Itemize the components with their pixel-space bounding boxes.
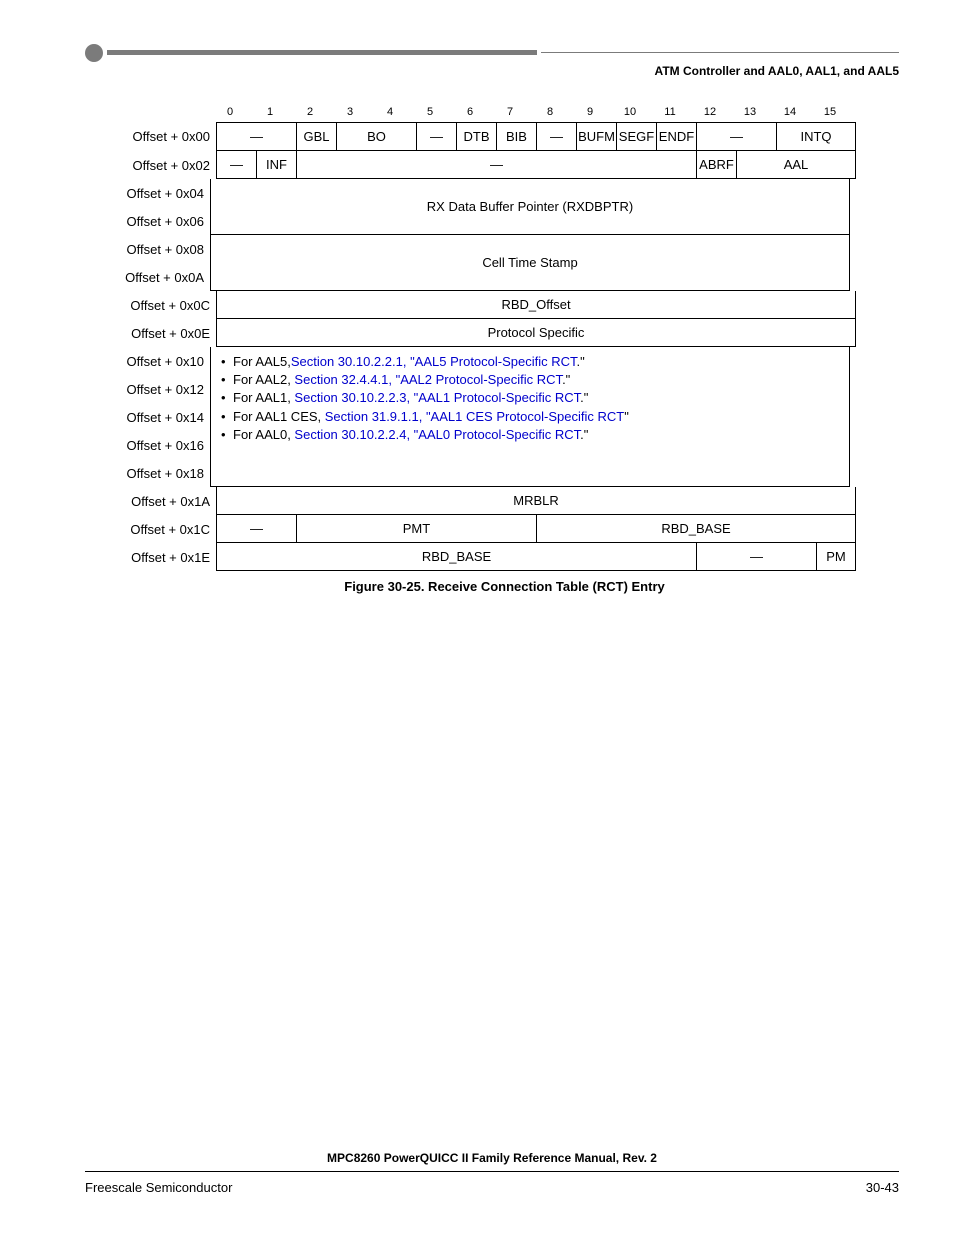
footer-manual-title: MPC8260 PowerQUICC II Family Reference M… (85, 1151, 899, 1165)
offset-label: Offset + 0x12 (110, 375, 210, 403)
offset-label: Offset + 0x0A (110, 263, 210, 291)
field-cell: RBD_BASE (536, 515, 856, 543)
offset-label: Offset + 0x0E (110, 319, 216, 347)
offset-label: Offset + 0x10 (110, 347, 210, 375)
offset-label: Offset + 0x04 (110, 179, 210, 207)
offset-label: Offset + 0x08 (110, 235, 210, 263)
field-cell: — (536, 123, 576, 151)
bit-column-label: 0 (210, 106, 250, 122)
bit-column-label: 3 (330, 106, 370, 122)
field-mrblr: MRBLR (216, 487, 856, 515)
rct-diagram: 0123456789101112131415 Offset + 0x00 —GB… (110, 106, 899, 594)
field-cell: BO (336, 123, 416, 151)
field-cell: GBL (296, 123, 336, 151)
footer-company: Freescale Semiconductor (85, 1180, 232, 1195)
offset-label: Offset + 0x06 (110, 207, 210, 235)
offset-label: Offset + 0x18 (110, 459, 210, 487)
bit-column-label: 4 (370, 106, 410, 122)
offset-label: Offset + 0x1C (110, 515, 216, 543)
protocol-spec-item: For AAL1 CES, Section 31.9.1.1, "AAL1 CE… (219, 408, 841, 426)
field-cell: — (216, 515, 296, 543)
cross-reference-link[interactable]: Section 30.10.2.2.1, "AAL5 Protocol-Spec… (291, 354, 577, 369)
protocol-spec-item: For AAL5,Section 30.10.2.2.1, "AAL5 Prot… (219, 353, 841, 371)
cross-reference-link[interactable]: Section 30.10.2.2.3, "AAL1 Protocol-Spec… (294, 390, 580, 405)
field-cell: AAL (736, 151, 856, 179)
bit-column-label: 1 (250, 106, 290, 122)
field-cell: — (696, 123, 776, 151)
protocol-specific-list: For AAL5,Section 30.10.2.2.1, "AAL5 Prot… (211, 347, 849, 450)
field-cell: INF (256, 151, 296, 179)
field-cell: — (216, 123, 296, 151)
bit-column-label: 10 (610, 106, 650, 122)
field-rxdbptr: RX Data Buffer Pointer (RXDBPTR) (210, 179, 850, 235)
field-cell: INTQ (776, 123, 856, 151)
field-cell-time-stamp: Cell Time Stamp (210, 235, 850, 291)
field-cell: ENDF (656, 123, 696, 151)
field-cell: — (216, 151, 256, 179)
protocol-spec-item: For AAL2, Section 32.4.4.1, "AAL2 Protoc… (219, 371, 841, 389)
cross-reference-link[interactable]: Section 31.9.1.1, "AAL1 CES Protocol-Spe… (325, 409, 624, 424)
bit-column-label: 7 (490, 106, 530, 122)
bit-column-label: 6 (450, 106, 490, 122)
bit-column-label: 8 (530, 106, 570, 122)
bit-column-label: 15 (810, 106, 850, 122)
bit-column-label: 9 (570, 106, 610, 122)
field-rbd-offset: RBD_Offset (216, 291, 856, 319)
bit-column-label: 13 (730, 106, 770, 122)
field-cell: — (416, 123, 456, 151)
field-cell: SEGF (616, 123, 656, 151)
offset-label: Offset + 0x02 (110, 151, 216, 179)
offset-label: Offset + 0x00 (110, 122, 216, 150)
bit-column-label: 14 (770, 106, 810, 122)
field-cell: RBD_BASE (216, 543, 696, 571)
header-rule (85, 50, 899, 56)
cross-reference-link[interactable]: Section 32.4.4.1, "AAL2 Protocol-Specifi… (294, 372, 562, 387)
page-header: ATM Controller and AAL0, AAL1, and AAL5 (85, 64, 899, 78)
offset-label: Offset + 0x0C (110, 291, 216, 319)
bit-column-label: 12 (690, 106, 730, 122)
field-cell: PM (816, 543, 856, 571)
field-cell: DTB (456, 123, 496, 151)
bit-column-label: 5 (410, 106, 450, 122)
offset-label: Offset + 0x1A (110, 487, 216, 515)
offset-label: Offset + 0x16 (110, 431, 210, 459)
field-cell: BUFM (576, 123, 616, 151)
field-cell: PMT (296, 515, 536, 543)
figure-caption: Figure 30-25. Receive Connection Table (… (110, 579, 899, 594)
protocol-spec-item: For AAL0, Section 30.10.2.2.4, "AAL0 Pro… (219, 426, 841, 444)
field-protocol-specific: Protocol Specific (216, 319, 856, 347)
bit-column-label: 2 (290, 106, 330, 122)
offset-label: Offset + 0x14 (110, 403, 210, 431)
field-cell: — (296, 151, 696, 179)
field-cell: BIB (496, 123, 536, 151)
field-cell: ABRF (696, 151, 736, 179)
footer-page-number: 30-43 (866, 1180, 899, 1195)
field-cell: — (696, 543, 816, 571)
bit-column-label: 11 (650, 106, 690, 122)
offset-label: Offset + 0x1E (110, 543, 216, 571)
cross-reference-link[interactable]: Section 30.10.2.2.4, "AAL0 Protocol-Spec… (294, 427, 580, 442)
protocol-spec-item: For AAL1, Section 30.10.2.2.3, "AAL1 Pro… (219, 389, 841, 407)
